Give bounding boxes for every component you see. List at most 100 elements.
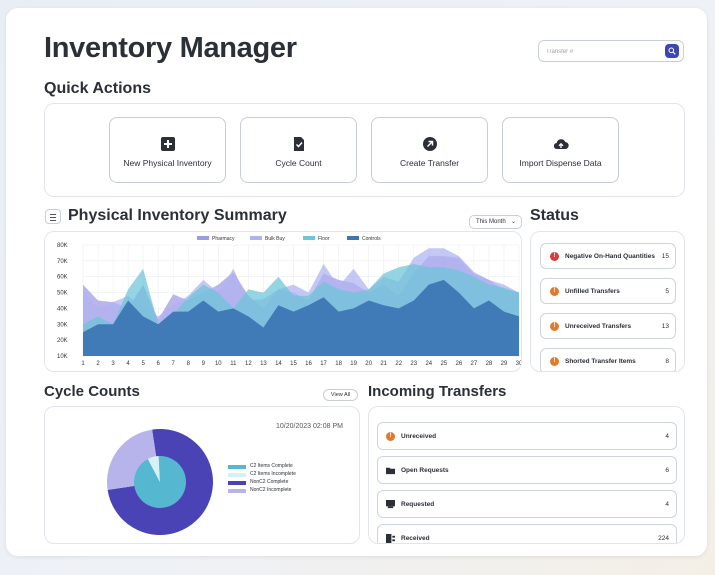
status-item-count: 15	[661, 253, 669, 260]
create-transfer-button[interactable]: Create Transfer	[371, 117, 488, 183]
search-button[interactable]	[665, 44, 679, 58]
incoming-item-count: 224	[658, 535, 669, 542]
status-item-label: Negative On-Hand Quantities	[565, 253, 655, 260]
x-tick-label: 30	[516, 361, 521, 367]
incoming-item-received[interactable]: Received 224	[377, 524, 677, 543]
status-item-count: 8	[665, 358, 669, 365]
summary-chart-panel: 10K 20K 30K 40K 50K 60K 70K 80K 1 2 3 4 5 6 7 8 9 10 11 12 1…	[44, 231, 522, 372]
search-icon	[668, 47, 676, 55]
legend-label: Floor	[318, 236, 330, 242]
status-item-unfilled-transfers[interactable]: ! Unfilled Transfers 5	[540, 278, 676, 304]
y-tick-label: 10K	[57, 354, 68, 360]
x-tick-label: 1	[81, 361, 85, 367]
incoming-item-requested[interactable]: Requested 4	[377, 490, 677, 518]
x-tick-label: 19	[350, 361, 357, 367]
status-item-label: Shorted Transfer Items	[565, 358, 636, 365]
page-title: Inventory Manager	[44, 32, 297, 64]
y-tick-label: 20K	[57, 338, 68, 344]
y-tick-label: 40K	[57, 306, 68, 312]
new-physical-inventory-label: New Physical Inventory	[123, 158, 212, 168]
period-select-value: This Month	[476, 219, 506, 225]
x-tick-label: 2	[96, 361, 100, 367]
incoming-item-label: Open Requests	[401, 467, 449, 474]
legend-label: Controls	[362, 236, 381, 242]
chevron-down-icon: ⌄	[510, 219, 516, 225]
x-tick-label: 24	[425, 361, 432, 367]
x-tick-label: 5	[141, 361, 145, 367]
import-dispense-data-label: Import Dispense Data	[519, 158, 602, 168]
transfer-search-input[interactable]	[544, 43, 660, 61]
status-item-negative-on-hand[interactable]: ! Negative On-Hand Quantities 15	[540, 243, 676, 269]
status-item-label: Unfilled Transfers	[565, 288, 620, 295]
cloud-upload-icon	[553, 139, 569, 150]
x-tick-label: 26	[456, 361, 463, 367]
cycle-counts-title: Cycle Counts	[44, 383, 140, 400]
alert-icon: !	[550, 287, 559, 296]
summary-title: Physical Inventory Summary	[68, 207, 287, 224]
menu-toggle-button[interactable]	[45, 209, 61, 224]
legend-swatch	[197, 236, 209, 240]
transfer-search	[538, 40, 684, 62]
checklist-icon	[293, 137, 304, 151]
incoming-item-unreceived[interactable]: ! Unreceived 4	[377, 422, 677, 450]
x-tick-label: 27	[471, 361, 478, 367]
x-tick-label: 15	[290, 361, 297, 367]
status-item-count: 5	[665, 288, 669, 295]
x-tick-label: 17	[320, 361, 327, 367]
x-tick-label: 28	[486, 361, 493, 367]
y-tick-label: 60K	[57, 275, 68, 281]
x-tick-label: 25	[440, 361, 447, 367]
create-transfer-label: Create Transfer	[399, 158, 460, 168]
arrow-up-right-circle-icon	[422, 137, 437, 151]
legend-label: Bulk Buy	[265, 236, 285, 242]
alert-icon: !	[550, 322, 559, 331]
x-tick-label: 21	[380, 361, 387, 367]
x-tick-label: 10	[215, 361, 222, 367]
status-item-unreceived-transfers[interactable]: ! Unreceived Transfers 13	[540, 313, 676, 339]
x-tick-label: 13	[260, 361, 267, 367]
incoming-item-label: Unreceived	[401, 433, 437, 440]
x-tick-label: 9	[202, 361, 206, 367]
status-item-shorted-transfer-items[interactable]: ! Shorted Transfer Items 8	[540, 348, 676, 371]
status-panel: ! Negative On-Hand Quantities 15 ! Unfil…	[530, 231, 685, 372]
incoming-item-count: 6	[665, 467, 669, 474]
status-item-count: 13	[661, 323, 669, 330]
inbox-icon	[386, 500, 395, 509]
x-tick-label: 14	[275, 361, 282, 367]
legend-label: Pharmacy	[212, 236, 235, 242]
x-tick-label: 12	[245, 361, 252, 367]
quick-actions-panel: New Physical Inventory Cycle Count Creat…	[44, 103, 685, 197]
x-tick-label: 18	[335, 361, 342, 367]
cycle-counts-timestamp: 10/20/2023 02:08 PM	[276, 423, 343, 430]
y-tick-label: 70K	[57, 259, 68, 265]
x-tick-label: 7	[172, 361, 176, 367]
period-select[interactable]: This Month ⌄	[469, 215, 522, 229]
new-physical-inventory-button[interactable]: New Physical Inventory	[109, 117, 226, 183]
incoming-item-label: Received	[401, 535, 430, 542]
x-tick-label: 29	[501, 361, 508, 367]
cycle-count-button[interactable]: Cycle Count	[240, 117, 357, 183]
incoming-item-open-requests[interactable]: Open Requests 6	[377, 456, 677, 484]
cycle-counts-pie-chart	[107, 429, 213, 535]
legend-swatch	[250, 236, 262, 240]
alert-icon: !	[550, 357, 559, 366]
x-tick-label: 6	[157, 361, 161, 367]
x-tick-label: 23	[410, 361, 417, 367]
x-tick-label: 8	[187, 361, 191, 367]
status-title: Status	[530, 207, 579, 224]
alert-icon: !	[550, 252, 559, 261]
incoming-item-label: Requested	[401, 501, 435, 508]
legend-swatch	[303, 236, 315, 240]
y-tick-label: 80K	[57, 243, 68, 249]
import-dispense-data-button[interactable]: Import Dispense Data	[502, 117, 619, 183]
view-all-button[interactable]: View All	[323, 389, 358, 401]
legend-swatch	[347, 236, 359, 240]
status-item-label: Unreceived Transfers	[565, 323, 632, 330]
incoming-transfers-panel: ! Unreceived 4 Open Requests 6 Requested…	[368, 406, 685, 544]
cycle-counts-panel: 10/20/2023 02:08 PM C2 Items Complete C2…	[44, 406, 360, 544]
x-tick-label: 20	[365, 361, 372, 367]
incoming-item-count: 4	[665, 501, 669, 508]
x-tick-label: 11	[230, 361, 237, 367]
folder-open-icon	[386, 467, 395, 475]
alert-icon: !	[386, 432, 395, 441]
